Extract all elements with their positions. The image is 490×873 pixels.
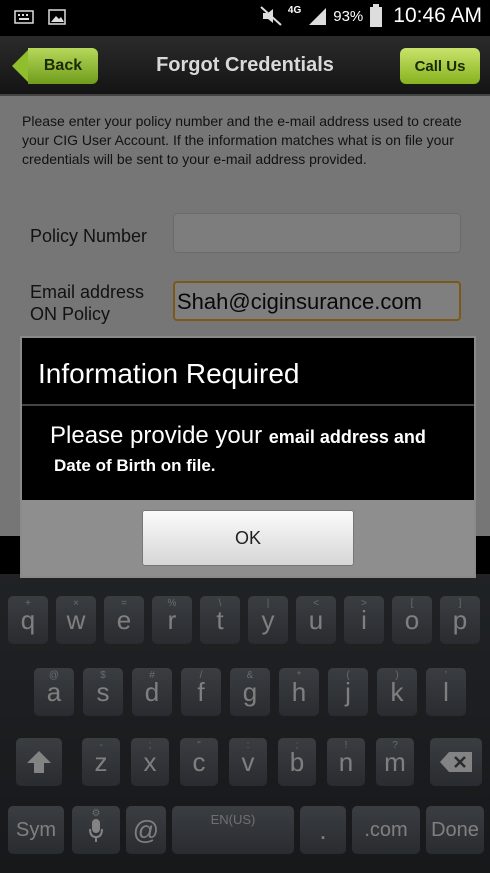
- ok-button[interactable]: OK: [142, 510, 354, 566]
- dialog-message-line1: Please provide your email address and: [50, 422, 426, 450]
- battery-percent: 93%: [333, 7, 364, 25]
- dialog-title: Information Required: [38, 358, 300, 389]
- clock: 10:46 AM: [393, 4, 482, 27]
- keyboard-icon: [14, 10, 34, 24]
- dialog-footer: OK: [22, 500, 474, 576]
- call-us-button[interactable]: Call Us: [400, 48, 480, 84]
- mute-icon: [260, 6, 282, 26]
- dialog-message-part1: Please provide your: [50, 422, 269, 449]
- signal-icon: [309, 8, 327, 25]
- information-required-dialog: Information Required Please provide your…: [20, 336, 476, 578]
- dialog-divider: [22, 404, 474, 406]
- image-icon: [48, 9, 66, 25]
- dialog-message-part2: email address and: [268, 427, 426, 447]
- dialog-message-line2: Date of Birth on file.: [54, 456, 216, 475]
- title-bar: Back Forgot Credentials Call Us: [0, 36, 490, 96]
- status-bar: 4G 93% 10:46 AM: [0, 0, 490, 36]
- battery-icon: [370, 4, 383, 27]
- network-type: 4G: [287, 4, 302, 16]
